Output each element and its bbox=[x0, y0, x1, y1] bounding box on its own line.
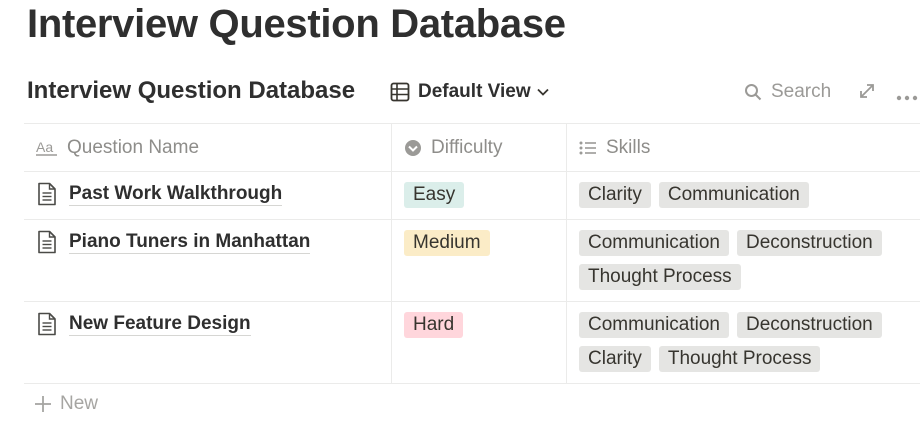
expand-icon[interactable] bbox=[859, 83, 875, 104]
text-property-icon: Aa bbox=[36, 140, 58, 156]
search-button[interactable]: Search bbox=[744, 78, 831, 106]
column-header-label: Difficulty bbox=[431, 136, 503, 158]
question-name-cell[interactable]: Past Work Walkthrough bbox=[24, 172, 391, 219]
difficulty-cell[interactable]: Hard bbox=[391, 302, 567, 383]
plus-icon bbox=[34, 395, 52, 413]
question-link[interactable]: New Feature Design bbox=[37, 312, 251, 336]
multi-select-property-icon bbox=[579, 140, 597, 156]
skill-tag: Deconstruction bbox=[737, 312, 882, 338]
add-new-row-button[interactable]: New bbox=[34, 393, 98, 415]
skill-tag: Communication bbox=[579, 312, 729, 338]
database-table: Aa Question Name Difficulty Skills Past … bbox=[24, 123, 920, 384]
new-row-label: New bbox=[60, 393, 99, 414]
column-header-label: Skills bbox=[606, 136, 651, 158]
select-property-icon bbox=[404, 139, 422, 157]
skill-tag: Clarity bbox=[579, 182, 651, 208]
skills-cell[interactable]: Communication Deconstruction Thought Pro… bbox=[566, 220, 920, 301]
skill-tag: Communication bbox=[658, 182, 809, 208]
difficulty-cell[interactable]: Medium bbox=[391, 220, 567, 301]
skill-tag: Thought Process bbox=[658, 346, 821, 372]
chevron-down-icon bbox=[537, 88, 549, 96]
difficulty-cell[interactable]: Easy bbox=[391, 172, 567, 219]
skill-tag: Deconstruction bbox=[737, 230, 882, 256]
column-header-skills[interactable]: Skills bbox=[566, 124, 920, 171]
search-label: Search bbox=[771, 81, 832, 102]
table-row[interactable]: New Feature Design Hard Communication De… bbox=[24, 302, 920, 384]
table-header-row: Aa Question Name Difficulty Skills bbox=[24, 123, 920, 172]
column-header-difficulty[interactable]: Difficulty bbox=[391, 124, 579, 171]
difficulty-tag: Hard bbox=[404, 312, 464, 338]
database-header: Interview Question Database Default View… bbox=[27, 75, 920, 109]
question-name-cell[interactable]: New Feature Design bbox=[24, 302, 391, 383]
view-switcher[interactable]: Default View bbox=[390, 78, 549, 106]
skill-tag: Communication bbox=[579, 230, 729, 256]
skills-cell[interactable]: Communication Deconstruction Clarity Tho… bbox=[566, 302, 920, 383]
search-icon bbox=[744, 83, 762, 101]
difficulty-tag: Medium bbox=[404, 230, 490, 256]
column-header-question-name[interactable]: Aa Question Name bbox=[24, 124, 403, 171]
skill-tag: Clarity bbox=[579, 346, 651, 372]
page-icon bbox=[37, 182, 57, 206]
table-icon bbox=[390, 82, 410, 102]
page-title: Interview Question Database bbox=[27, 2, 566, 46]
view-label: Default View bbox=[418, 81, 531, 102]
database-title[interactable]: Interview Question Database bbox=[27, 77, 355, 105]
skills-cell[interactable]: Clarity Communication bbox=[566, 172, 920, 219]
page-icon bbox=[37, 230, 57, 254]
question-name-cell[interactable]: Piano Tuners in Manhattan bbox=[24, 220, 391, 301]
question-link[interactable]: Past Work Walkthrough bbox=[37, 182, 283, 206]
question-name: Past Work Walkthrough bbox=[69, 183, 283, 206]
table-row[interactable]: Piano Tuners in Manhattan Medium Communi… bbox=[24, 220, 920, 302]
difficulty-tag: Easy bbox=[404, 182, 465, 208]
question-link[interactable]: Piano Tuners in Manhattan bbox=[37, 230, 311, 254]
more-options-icon[interactable] bbox=[896, 88, 918, 106]
svg-text:Aa: Aa bbox=[36, 140, 53, 155]
column-header-label: Question Name bbox=[67, 136, 200, 158]
table-row[interactable]: Past Work Walkthrough Easy Clarity Commu… bbox=[24, 172, 920, 220]
page-icon bbox=[37, 312, 57, 336]
question-name: New Feature Design bbox=[69, 313, 251, 336]
skill-tag: Thought Process bbox=[579, 264, 741, 290]
question-name: Piano Tuners in Manhattan bbox=[69, 231, 311, 254]
